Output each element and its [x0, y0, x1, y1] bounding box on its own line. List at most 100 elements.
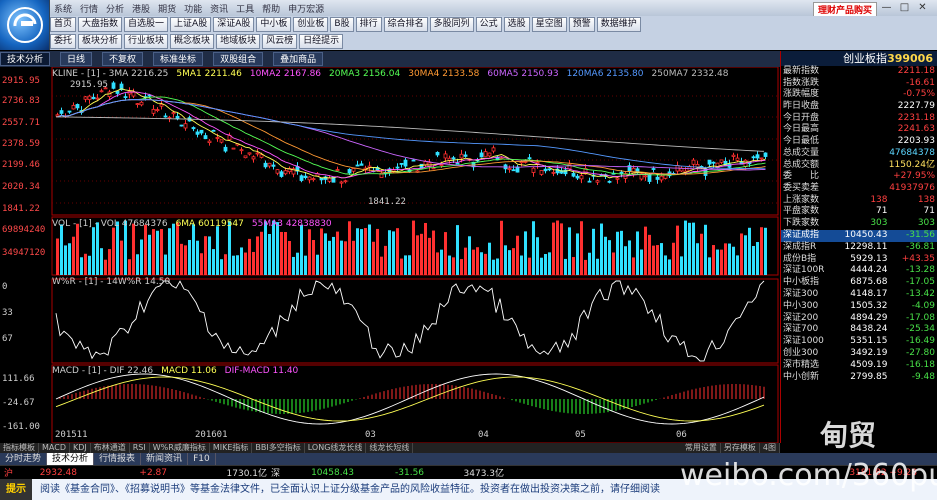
indicator-tab[interactable]: 线龙长短线 [366, 443, 414, 453]
toolbar-button[interactable]: 首页 [50, 17, 77, 32]
volume-bar [320, 228, 323, 275]
menu-items: 系统 行情 分析 港股 期货 功能 资讯 工具 帮助 申万宏源 [50, 2, 328, 15]
bottom-nav-tab[interactable]: 行情报表 [94, 453, 142, 465]
bottom-nav-tab[interactable]: 新闻资讯 [141, 453, 189, 465]
chart-tab[interactable]: 不复权 [102, 52, 144, 66]
indicator-tab-right[interactable]: 4图 [760, 443, 780, 453]
toolbar-button[interactable]: 创业板 [293, 17, 329, 32]
bottom-nav-tab[interactable]: 技术分析 [47, 453, 95, 465]
volume-bar [284, 232, 287, 275]
chart-tab[interactable]: 双股组合 [213, 52, 264, 66]
menu-item[interactable]: 资讯 [206, 2, 232, 15]
indicator-tab[interactable]: RSI [130, 443, 150, 453]
chart-tab[interactable]: 标准坐标 [153, 52, 204, 66]
bottom-nav-tab[interactable]: 分时走势 [0, 453, 48, 465]
indicator-tab[interactable]: KDJ [70, 443, 91, 453]
index-row[interactable]: 成份B指 5929.13 +43.35 [781, 254, 937, 266]
toolbar-button[interactable]: 板块分析 [78, 34, 123, 49]
toolbar-button[interactable]: 选股 [503, 17, 530, 32]
candle-body [531, 167, 536, 173]
toolbar-button[interactable]: 数据维护 [596, 17, 641, 32]
count-value: 138 [870, 194, 888, 205]
toolbar-button[interactable]: 星空图 [531, 17, 567, 32]
menu-item[interactable]: 系统 [50, 2, 76, 15]
index-row[interactable]: 深成指R 12298.11 -36.81 [781, 242, 937, 254]
toolbar-button[interactable]: 排行 [355, 17, 382, 32]
index-row[interactable]: 深市精选 4509.19 -16.18 [781, 360, 937, 372]
indicator-tab[interactable]: LONG线龙长线 [305, 443, 367, 453]
toolbar-button[interactable]: 行业板块 [124, 34, 169, 49]
toolbar-button[interactable]: 上证A股 [170, 17, 212, 32]
indicator-tab[interactable]: BBI多空指标 [252, 443, 305, 453]
menu-item[interactable]: 申万宏源 [284, 2, 328, 15]
menu-item[interactable]: 工具 [232, 2, 258, 15]
indicator-tab-right[interactable]: 另存模板 [721, 443, 760, 453]
indicator-tab[interactable]: 布林通道 [91, 443, 130, 453]
toolbar-button[interactable]: B股 [330, 17, 354, 32]
count-label: 平盘家数 [783, 206, 820, 217]
volume-bar [388, 230, 391, 275]
promo-button[interactable]: 理财产品购买 [812, 2, 877, 17]
index-row[interactable]: 中小创新 2799.85 -9.48 [781, 372, 937, 384]
menu-item[interactable]: 行情 [76, 2, 102, 15]
close-icon[interactable]: ✕ [916, 1, 929, 14]
menu-item[interactable]: 帮助 [258, 2, 284, 15]
volume-bar [644, 226, 647, 275]
toolbar-button[interactable]: 概念板块 [170, 34, 215, 49]
index-row[interactable]: 深证成指 10450.43 -31.56 [781, 229, 937, 242]
minimize-icon[interactable]: — [880, 1, 893, 14]
indicator-tab[interactable]: W%R威廉指标 [150, 443, 210, 453]
maximize-icon[interactable]: □ [898, 1, 911, 14]
chart-tab[interactable]: 叠加商品 [273, 52, 324, 66]
chart-area[interactable] [0, 66, 780, 444]
volume-bar [112, 227, 115, 275]
toolbar-button[interactable]: 深证A股 [213, 17, 255, 32]
toolbar-button[interactable]: 公式 [475, 17, 502, 32]
menu-item[interactable]: 分析 [102, 2, 128, 15]
volume-bar [720, 249, 723, 275]
bottom-nav-tab[interactable]: F10 [188, 453, 216, 465]
volume-bar [148, 234, 151, 275]
candle-body [347, 169, 352, 174]
indicator-tab[interactable]: MIKE指标 [210, 443, 253, 453]
index-row[interactable]: 深证300 4148.17 -13.42 [781, 289, 937, 301]
volume-bar [536, 237, 539, 275]
index-change: -13.28 [905, 265, 935, 276]
indicator-tab[interactable]: MACD [39, 443, 70, 453]
index-change: +43.35 [901, 253, 935, 264]
chart-tab[interactable]: 技术分析 [0, 52, 51, 66]
index-row[interactable]: 中小板指 6875.68 -17.05 [781, 277, 937, 289]
toolbar-button[interactable]: 地域板块 [216, 34, 261, 49]
toolbar-button[interactable]: 委托 [50, 34, 77, 49]
index-label: 深市精选 [783, 359, 820, 370]
toolbar-button[interactable]: 自选股一 [124, 17, 169, 32]
volume-bar [368, 224, 371, 275]
index-label: 中小300 [783, 300, 819, 311]
index-row[interactable]: 中小300 1505.32 -4.09 [781, 301, 937, 313]
menu-item[interactable]: 功能 [180, 2, 206, 15]
indicator-tab-right[interactable]: 常用设置 [682, 443, 721, 453]
toolbar-button[interactable]: 大盘指数 [78, 17, 123, 32]
index-value: 4148.17 [850, 288, 888, 299]
menu-item[interactable]: 期货 [154, 2, 180, 15]
menu-item[interactable]: 港股 [128, 2, 154, 15]
toolbar-button[interactable]: 中小板 [256, 17, 292, 32]
index-row[interactable]: 深证100R 4444.24 -13.28 [781, 265, 937, 277]
index-row[interactable]: 深证700 8438.24 -25.34 [781, 324, 937, 336]
index-row[interactable]: 深证200 4894.29 -17.08 [781, 313, 937, 325]
toolbar-button[interactable]: 预警 [568, 17, 595, 32]
candle-body [543, 168, 548, 172]
candle-body [751, 156, 756, 159]
quote-row: 今日最高 2241.63 [781, 124, 937, 136]
toolbar-button[interactable]: 风云榜 [262, 34, 298, 49]
toolbar-button[interactable]: 综合排名 [383, 17, 428, 32]
volume-bar [640, 249, 643, 275]
index-row[interactable]: 创业300 3492.19 -27.80 [781, 348, 937, 360]
indicator-tab[interactable]: 指标模板 [0, 443, 39, 453]
toolbar-button[interactable]: 多股同列 [429, 17, 474, 32]
quote-label: 涨跌幅度 [783, 89, 820, 100]
volume-bar [628, 240, 631, 275]
toolbar-button[interactable]: 日经提示 [299, 34, 344, 49]
index-row[interactable]: 深证1000 5351.15 -16.49 [781, 336, 937, 348]
chart-tab[interactable]: 日线 [60, 52, 93, 66]
